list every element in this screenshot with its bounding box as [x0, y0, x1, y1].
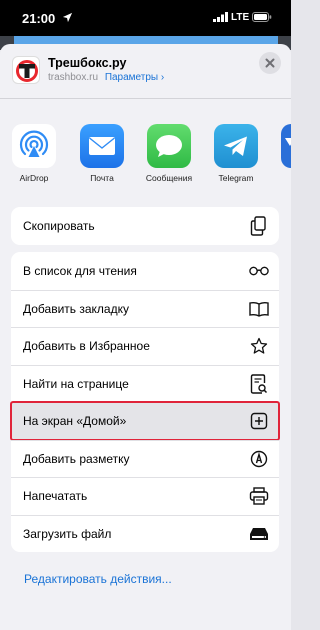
- airdrop-icon: [12, 124, 56, 168]
- app-telegram[interactable]: Telegram: [209, 124, 263, 183]
- copy-label: Скопировать: [23, 219, 95, 233]
- star-icon: [249, 336, 269, 356]
- app-mail[interactable]: Почта: [75, 124, 129, 183]
- edit-actions-link[interactable]: Редактировать действия...: [24, 572, 172, 586]
- telegram-icon: [214, 124, 258, 168]
- options-label: Параметры: [104, 72, 159, 83]
- site-subtitle: trashbox.ru Параметры ›: [48, 72, 164, 83]
- book-icon: [249, 299, 269, 319]
- site-domain: trashbox.ru: [48, 72, 99, 83]
- options-link[interactable]: Параметры ›: [105, 72, 164, 83]
- action-group-copy: Скопировать: [11, 207, 279, 245]
- app-messages[interactable]: Сообщения: [142, 124, 196, 183]
- print-action[interactable]: Напечатать: [11, 477, 279, 515]
- share-header: Трешбокс.ру trashbox.ru Параметры ›: [0, 44, 291, 98]
- site-title: Трешбокс.ру: [48, 56, 127, 70]
- app-airdrop[interactable]: AirDrop: [7, 124, 61, 183]
- add-favorites-label: Добавить в Избранное: [23, 339, 150, 354]
- add-bookmark-action[interactable]: Добавить закладку: [11, 289, 279, 328]
- add-to-home-action[interactable]: На экран «Домой»: [10, 401, 280, 441]
- add-favorites-action[interactable]: Добавить в Избранное: [11, 327, 279, 365]
- drive-icon: [249, 524, 269, 544]
- markup-label: Добавить разметку: [23, 451, 130, 466]
- status-time: 21:00: [22, 11, 56, 26]
- copy-action[interactable]: Скопировать: [11, 207, 279, 245]
- glasses-icon: [249, 261, 269, 281]
- printer-icon: [249, 486, 269, 506]
- reading-list-label: В список для чтения: [23, 263, 137, 278]
- close-button[interactable]: [259, 52, 281, 74]
- app-label-telegram: Telegram: [218, 173, 254, 183]
- app-label-airdrop: AirDrop: [19, 173, 49, 183]
- app-partial-icon: [281, 124, 291, 168]
- markup-action[interactable]: Добавить разметку: [11, 439, 279, 478]
- signal-icon: [213, 12, 228, 22]
- reading-list-action[interactable]: В список для чтения: [11, 252, 279, 290]
- messages-icon: [147, 124, 191, 168]
- download-file-action[interactable]: Загрузить файл: [11, 514, 279, 553]
- action-group-main: В список для чтения Добавить закладку До…: [10, 252, 280, 553]
- status-bar: 21:00 LTE: [0, 0, 291, 36]
- chevron-right-icon: ›: [160, 72, 165, 83]
- app-label-messages: Сообщения: [145, 173, 193, 183]
- share-sheet: Трешбокс.ру trashbox.ru Параметры › AirD…: [0, 44, 291, 630]
- add-to-home-label: На экран «Домой»: [23, 414, 127, 429]
- battery-icon: [252, 12, 272, 22]
- find-document-icon: [249, 374, 269, 394]
- plus-square-icon: [249, 411, 269, 431]
- share-apps-row: AirDrop Почта Сообщения Telegram: [0, 124, 291, 188]
- location-icon: [62, 12, 73, 23]
- add-bookmark-label: Добавить закладку: [23, 301, 129, 316]
- find-on-page-action[interactable]: Найти на странице: [11, 364, 279, 403]
- markup-pen-icon: [249, 449, 269, 469]
- site-logo: [12, 56, 40, 84]
- print-label: Напечатать: [23, 489, 88, 504]
- mail-icon: [80, 124, 124, 168]
- copy-icon: [249, 216, 269, 236]
- header-divider: [0, 98, 291, 99]
- app-more-partial[interactable]: [276, 124, 291, 168]
- close-icon: [265, 58, 275, 68]
- download-file-label: Загрузить файл: [23, 526, 112, 541]
- network-type: LTE: [231, 12, 250, 23]
- app-label-mail: Почта: [90, 173, 114, 183]
- find-on-page-label: Найти на странице: [23, 376, 129, 391]
